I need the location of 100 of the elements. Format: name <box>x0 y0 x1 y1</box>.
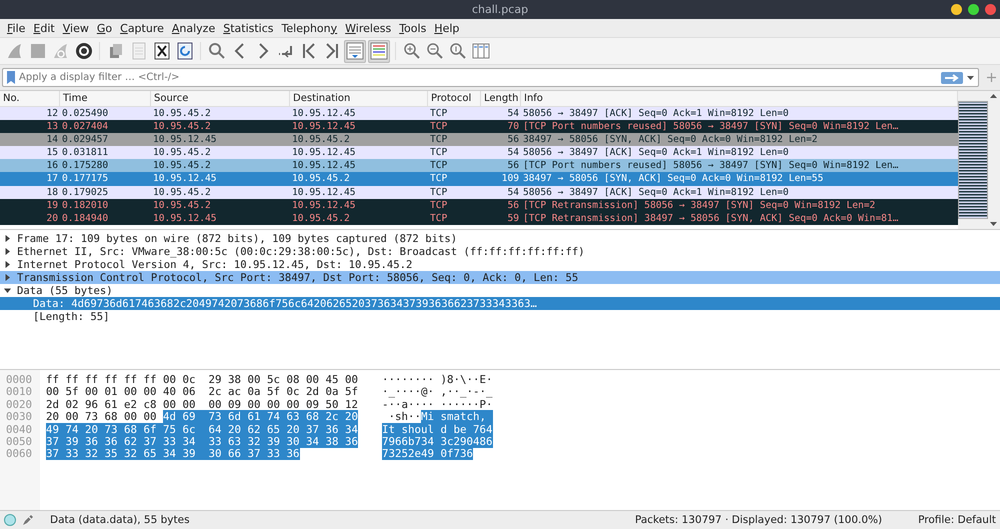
table-cell-text: 0.027404 <box>61 120 110 134</box>
table-cell-text: 0.184940 <box>61 212 110 225</box>
table-cell-text: 38497 → 58056 [SYN, ACK] Seq=0 Ack=0 Win=8192 Len=2 <box>522 133 819 146</box>
hex-bytes: ff ff ff ff ff ff 00 0c 29 38 00 5c 08 00 45 00 <box>46 373 358 386</box>
minimize-button[interactable] <box>951 4 962 15</box>
table-cell-text: 0.029457 <box>61 133 110 146</box>
menu-item[interactable]: Statistics <box>219 22 278 34</box>
menu-item[interactable]: Capture <box>116 22 168 34</box>
table-cell-text: 0.179025 <box>61 186 110 199</box>
table-cell-text: 10.95.45.2 <box>152 107 212 120</box>
close-button[interactable] <box>985 4 996 15</box>
profile-label[interactable]: Profile: Default <box>918 514 996 526</box>
table-cell-text: 10.95.12.45 <box>291 159 357 172</box>
offset-label: 0030 <box>6 411 34 424</box>
column-header[interactable]: Protocol <box>428 91 481 106</box>
table-cell-text: TCP <box>429 212 448 225</box>
table-cell-text: 10.95.45.2 <box>291 133 351 146</box>
ascii-text: ·sh·· <box>388 410 422 424</box>
menu-item[interactable]: Go <box>92 22 116 34</box>
packet-row[interactable]: 15 0.031811 10.95.45.2 10.95.12.45 TCP 54 58056 → 38497 [ACK] Seq=0 Ack=1 Win=8192 Len=0 <box>0 146 958 160</box>
packet-row[interactable]: 12 0.025490 10.95.45.2 10.95.12.45 TCP 54 58056 → 38497 [ACK] Seq=0 Ack=1 Win=8192 Len=0 <box>0 107 958 120</box>
tree-item[interactable]: Ethernet II, Src: VMware_38:00:5c (00:0c:29:38:00:5c), Dst: Broadcast (ff:ff:ff:ff:ff:ff) <box>0 245 1000 258</box>
expanded-arrow-icon[interactable] <box>4 287 11 294</box>
autoscroll-button[interactable] <box>344 40 366 62</box>
table-cell-text: TCP <box>429 186 448 199</box>
menu-item[interactable]: View <box>58 22 93 34</box>
packet-row[interactable]: 18 0.179025 10.95.45.2 10.95.12.45 TCP 54 58056 → 38497 [ACK] Seq=0 Ack=1 Win=8192 Len=0 <box>0 186 958 199</box>
hex-bytes: 20 00 73 68 00 00 <box>46 410 158 424</box>
hex-bytes: 2d 02 96 61 e2 c8 00 00 00 09 00 00 00 09 50 12 <box>46 398 358 411</box>
tree-item[interactable]: Transmission Control Protocol, Src Port: 38497, Dst Port: 58056, Seq: 0, Ack: 0, Len: 55 <box>0 271 1000 284</box>
hex-bytes: 00 5f 00 01 00 00 40 06 2c ac 0a 5f 0c 2d 0a 5f <box>46 385 358 398</box>
table-cell-text: 10.95.45.2 <box>152 186 212 199</box>
table-cell-text: 20 <box>45 212 59 225</box>
search-icon <box>206 41 226 61</box>
packet-row[interactable]: 17 0.177175 10.95.12.45 10.95.45.2 TCP 109 38497 → 58056 [SYN, ACK] Seq=0 Ack=0 Win=8192 Len=55 <box>0 172 958 186</box>
table-cell-text: 10.95.12.45 <box>152 212 218 225</box>
bookmark-icon[interactable] <box>7 71 15 84</box>
zoom-reset-icon <box>448 41 468 61</box>
packet-row[interactable]: 19 0.182010 10.95.45.2 10.95.12.45 TCP 56 [TCP Retransmission] 58056 → 38497 [SYN] Seq=0 Win=8192 Len=2 <box>0 198 958 212</box>
table-cell-text: 10.95.45.2 <box>152 159 212 172</box>
table-cell-text: 56 <box>506 198 520 212</box>
packet-row[interactable]: 16 0.175280 10.95.45.2 10.95.12.45 TCP 56 [TCP Port numbers reused] 58056 → 38497 [SYN] Seq=0 Win=8192 Len… <box>0 159 958 172</box>
menu-item[interactable]: Edit <box>29 22 59 34</box>
filter-field[interactable]: Apply a display filter … <Ctrl-/> <box>2 68 979 87</box>
column-header[interactable]: Time <box>60 91 151 106</box>
offset-label: 0050 <box>6 436 34 448</box>
tree-item[interactable]: [Length: 55] <box>0 310 1000 323</box>
table-cell-text: 10.95.12.45 <box>291 146 357 160</box>
tree-item[interactable]: Data (55 bytes) <box>0 284 1000 297</box>
table-cell-text: 0.182010 <box>61 198 110 212</box>
table-cell-text: TCP <box>429 198 448 212</box>
menu-item[interactable]: Tools <box>395 22 430 34</box>
ascii-text: -··a···· ······P· <box>382 398 493 411</box>
edit-comment-icon[interactable] <box>22 514 34 526</box>
dropdown-caret-icon[interactable] <box>967 76 974 80</box>
scroll-up-arrow-icon[interactable] <box>990 94 997 98</box>
table-cell-text: 58056 → 38497 [ACK] Seq=0 Ack=1 Win=8192 Len=0 <box>522 186 790 199</box>
menu-item[interactable]: Wireless <box>341 22 396 34</box>
column-header[interactable]: No. <box>0 91 60 106</box>
zoom-out-icon <box>424 41 444 61</box>
table-cell-text: 58056 → 38497 [ACK] Seq=0 Ack=1 Win=8192 Len=0 <box>522 107 790 120</box>
table-cell-text: 0.025490 <box>61 107 110 120</box>
scrollbar[interactable] <box>958 91 1000 229</box>
packet-row[interactable]: 14 0.029457 10.95.12.45 10.95.45.2 TCP 56 38497 → 58056 [SYN, ACK] Seq=0 Ack=0 Win=8192 Len=2 <box>0 133 958 146</box>
menu-item[interactable]: File <box>3 22 30 34</box>
table-cell-text: 10.95.45.2 <box>152 120 212 134</box>
scrollbar-minimap[interactable] <box>958 101 988 219</box>
menu-item[interactable]: Help <box>430 22 464 34</box>
menu-item[interactable]: Analyze <box>168 22 220 34</box>
table-cell-text: 13 <box>45 120 59 134</box>
tree-item[interactable]: Data: 4d69736d617463682c2049742073686f756c642062652037363437393636623733343363… <box>0 297 1000 310</box>
reload-icon <box>174 41 194 61</box>
table-cell-text: 10.95.12.45 <box>291 107 357 120</box>
table-cell-text: 70 <box>506 120 520 134</box>
colorize-button[interactable] <box>368 40 390 62</box>
settings-button[interactable] <box>73 40 94 62</box>
settings-icon <box>74 41 94 61</box>
packet-row[interactable]: 20 0.184940 10.95.12.45 10.95.45.2 TCP 59 [TCP Retransmission] 38497 → 58056 [SYN, ACK] Seq=0 Ack=0 Win=81… <box>0 212 958 225</box>
table-cell-text: 0.031811 <box>61 146 110 160</box>
ascii-text: ········ )8·\··E· <box>382 373 493 386</box>
table-cell-text: [TCP Retransmission] 38497 → 58056 [SYN, ACK] Seq=0 Ack=0 Win=81… <box>522 212 900 225</box>
tree-item[interactable]: Frame 17: 109 bytes on wire (872 bits), 109 bytes captured (872 bits) <box>0 232 1000 245</box>
packet-row[interactable]: 13 0.027404 10.95.45.2 10.95.12.45 TCP 70 [TCP Port numbers reused] 58056 → 38497 [SYN] Seq=0 Win=8192 Len… <box>0 120 958 134</box>
table-cell-text: [TCP Port numbers reused] 58056 → 38497 [SYN] Seq=0 Win=8192 Len… <box>522 159 900 172</box>
hex-bytes: 37 33 32 35 32 65 34 39 30 66 37 33 36 <box>46 447 300 460</box>
table-cell-text: 12 <box>45 107 59 120</box>
column-header[interactable]: Length <box>481 91 521 106</box>
table-cell-text: 15 <box>45 146 59 160</box>
colorize-icon <box>369 41 389 61</box>
ascii-text: It shoul d be 764 <box>382 422 493 436</box>
table-cell-text: 10.95.45.2 <box>291 172 351 186</box>
maximize-button[interactable] <box>968 4 979 15</box>
column-header[interactable]: Source <box>151 91 290 106</box>
column-header[interactable]: Destination <box>290 91 428 106</box>
tree-item[interactable]: Internet Protocol Version 4, Src: 10.95.12.45, Dst: 10.95.45.2 <box>0 258 1000 271</box>
hex-bytes: 49 74 20 73 68 6f 75 6c 64 20 62 65 20 37 36 34 <box>46 422 358 436</box>
scroll-down-arrow-icon[interactable] <box>990 222 997 226</box>
table-cell-text: TCP <box>429 159 448 172</box>
table-cell-text: 0.177175 <box>61 172 110 186</box>
menu-item[interactable]: Telephony <box>278 22 342 34</box>
